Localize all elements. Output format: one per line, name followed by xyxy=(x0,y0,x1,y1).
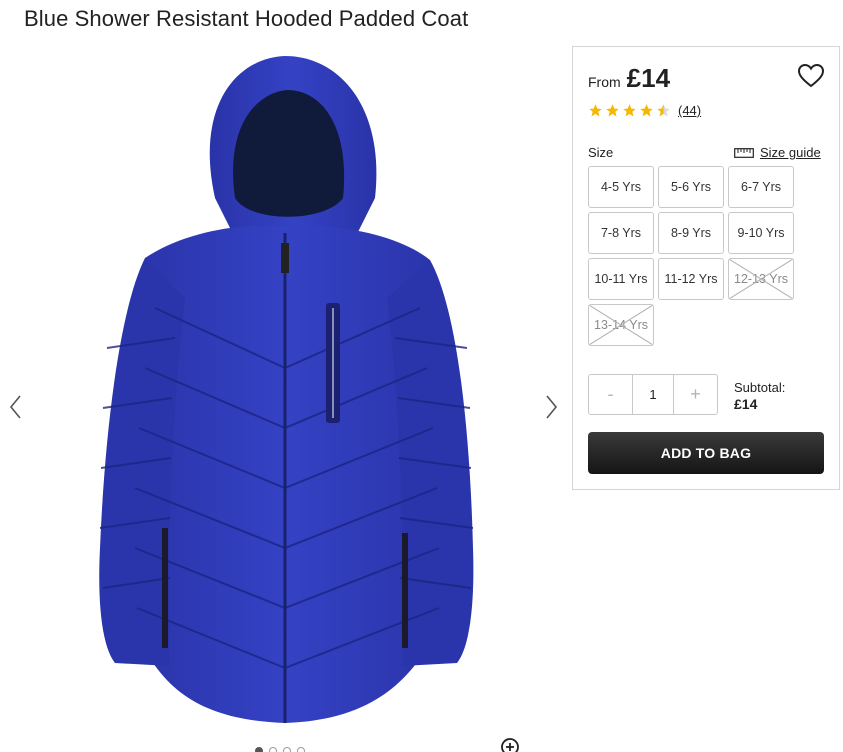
size-label: Size xyxy=(588,145,614,160)
zoom-in-icon[interactable] xyxy=(500,737,520,752)
price: £14 xyxy=(626,63,671,93)
review-count-link[interactable]: (44) xyxy=(678,103,701,118)
size-option-label: 10-11 Yrs xyxy=(594,272,648,286)
quantity-stepper: - 1 + xyxy=(588,374,718,415)
star-icon xyxy=(640,104,653,117)
ruler-icon xyxy=(734,147,754,158)
unavailable-cross-icon xyxy=(729,259,793,299)
size-option-button[interactable]: 12-13 Yrs xyxy=(728,258,794,300)
gallery-dot[interactable] xyxy=(269,747,277,752)
quantity-input[interactable]: 1 xyxy=(632,375,674,414)
star-icon xyxy=(589,104,602,117)
quantity-increase-button[interactable]: + xyxy=(674,375,717,414)
size-option-label: 7-8 Yrs xyxy=(600,226,642,240)
quantity-decrease-button[interactable]: - xyxy=(589,375,632,414)
size-option-label: 9-10 Yrs xyxy=(737,226,785,240)
price-block: From £14 xyxy=(588,63,670,94)
unavailable-cross-icon xyxy=(589,305,653,345)
chevron-right-icon[interactable] xyxy=(541,392,561,422)
price-prefix: From xyxy=(588,74,621,90)
add-to-bag-button[interactable]: ADD TO BAG xyxy=(588,432,824,474)
product-gallery xyxy=(0,40,565,752)
subtotal-value: £14 xyxy=(734,396,758,412)
gallery-dot[interactable] xyxy=(255,747,263,752)
size-option-button[interactable]: 13-14 Yrs xyxy=(588,304,654,346)
size-option-button[interactable]: 5-6 Yrs xyxy=(658,166,724,208)
purchase-panel: From £14 (44) Size Size guide 4-5 Yrs 5-6… xyxy=(572,46,840,490)
size-option-label: 6-7 Yrs xyxy=(740,180,782,194)
gallery-dot[interactable] xyxy=(297,747,305,752)
size-guide-label: Size guide xyxy=(760,145,821,160)
size-option-button[interactable]: 4-5 Yrs xyxy=(588,166,654,208)
size-option-label: 5-6 Yrs xyxy=(670,180,712,194)
subtotal-label: Subtotal: xyxy=(734,380,786,395)
size-option-button[interactable]: 6-7 Yrs xyxy=(728,166,794,208)
chevron-left-icon[interactable] xyxy=(6,392,26,422)
size-guide-link[interactable]: Size guide xyxy=(734,145,821,160)
size-option-button[interactable]: 10-11 Yrs xyxy=(588,258,654,300)
gallery-dot[interactable] xyxy=(283,747,291,752)
half-star-icon xyxy=(657,104,670,117)
size-options: 4-5 Yrs 5-6 Yrs 6-7 Yrs 7-8 Yrs 8-9 Yrs 9-10 … xyxy=(588,166,798,346)
product-title: Blue Shower Resistant Hooded Padded Coat xyxy=(24,6,469,31)
star-rating: (44) xyxy=(588,103,701,118)
size-option-button[interactable]: 9-10 Yrs xyxy=(728,212,794,254)
subtotal: Subtotal: £14 xyxy=(734,379,785,413)
star-icon xyxy=(606,104,619,117)
gallery-pagination xyxy=(255,747,305,752)
size-option-label: 8-9 Yrs xyxy=(670,226,712,240)
heart-icon[interactable] xyxy=(797,63,825,89)
size-option-button[interactable]: 7-8 Yrs xyxy=(588,212,654,254)
size-option-button[interactable]: 11-12 Yrs xyxy=(658,258,724,300)
star-icon xyxy=(623,104,636,117)
size-option-label: 4-5 Yrs xyxy=(600,180,642,194)
blue-puffer-coat-image[interactable] xyxy=(75,48,495,728)
size-option-label: 11-12 Yrs xyxy=(664,272,718,286)
size-option-button[interactable]: 8-9 Yrs xyxy=(658,212,724,254)
